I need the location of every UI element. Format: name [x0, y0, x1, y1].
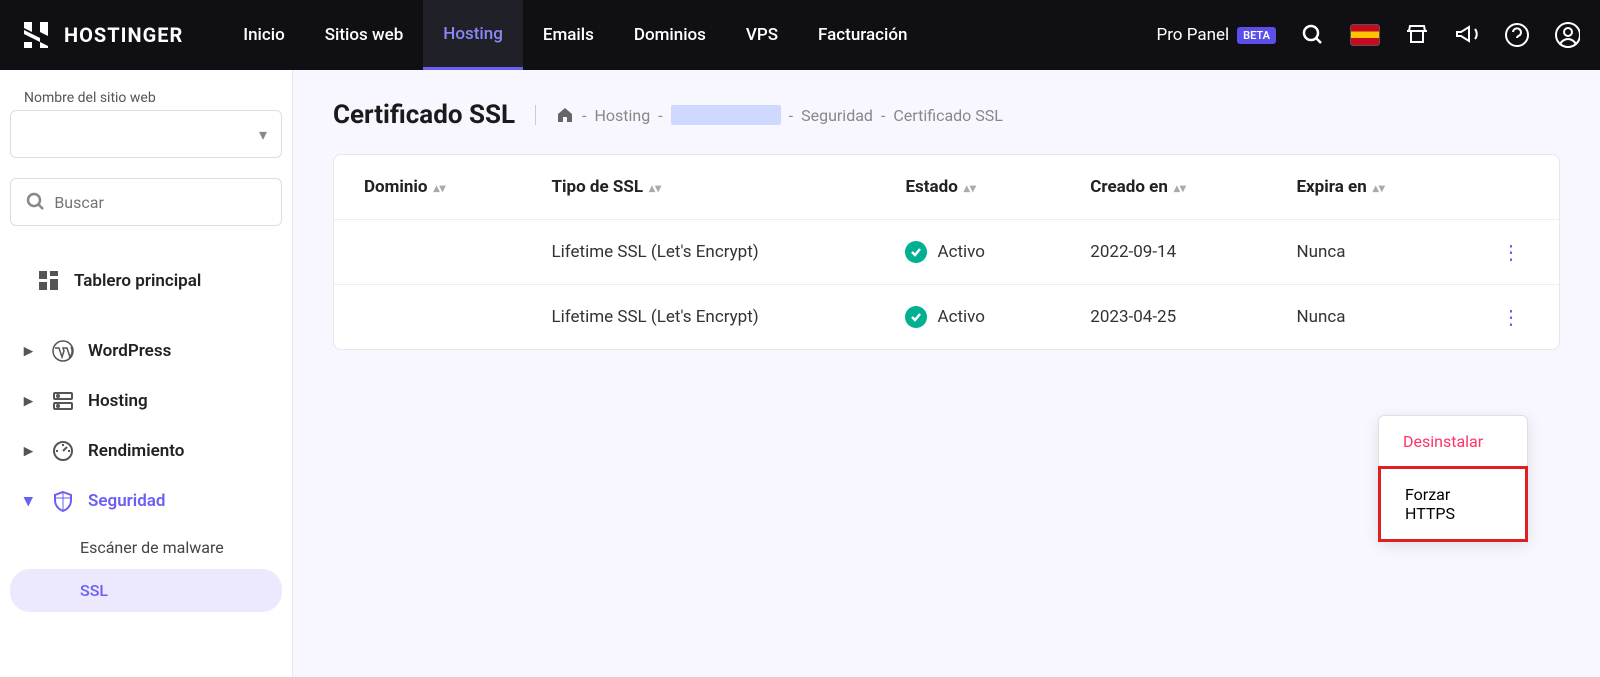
sidebar-item-label: Tablero principal [74, 271, 201, 291]
cell-expires: Nunca [1266, 220, 1463, 285]
th-expires[interactable]: Expira en▴▾ [1266, 155, 1463, 220]
th-domain[interactable]: Dominio▴▾ [334, 155, 522, 220]
dropdown-force-https[interactable]: Forzar HTTPS [1378, 466, 1528, 542]
sidebar-item-label: Rendimiento [88, 441, 184, 461]
th-type[interactable]: Tipo de SSL▴▾ [522, 155, 876, 220]
search-icon[interactable] [1300, 22, 1326, 48]
nav-inicio[interactable]: Inicio [223, 0, 304, 70]
cell-type: Lifetime SSL (Let's Encrypt) [522, 220, 876, 285]
table-row: Lifetime SSL (Let's Encrypt) Activo 2022… [334, 220, 1559, 285]
nav-emails[interactable]: Emails [523, 0, 614, 70]
breadcrumb-hosting[interactable]: Hosting [595, 106, 651, 125]
th-status[interactable]: Estado▴▾ [875, 155, 1060, 220]
sidebar-item-performance[interactable]: ▸ Rendimiento [10, 426, 282, 476]
sidebar-search-input[interactable] [54, 193, 267, 212]
cell-domain [334, 285, 522, 350]
store-icon[interactable] [1404, 22, 1430, 48]
sort-icon: ▴▾ [649, 185, 661, 191]
wordpress-icon [52, 340, 74, 362]
main-content: Certificado SSL - Hosting - - Seguridad … [293, 70, 1600, 677]
nav-vps[interactable]: VPS [726, 0, 798, 70]
table-row: Lifetime SSL (Let's Encrypt) Activo 2023… [334, 285, 1559, 350]
chevron-right-icon: ▸ [24, 441, 36, 461]
breadcrumb-domain-redacted[interactable] [671, 105, 781, 125]
th-created[interactable]: Creado en▴▾ [1060, 155, 1266, 220]
ssl-table-card: Dominio▴▾ Tipo de SSL▴▾ Estado▴▾ Creado … [333, 154, 1560, 350]
gauge-icon [52, 440, 74, 462]
chevron-right-icon: ▸ [24, 341, 36, 361]
logo[interactable]: HOSTINGER [20, 19, 183, 51]
sidebar-item-label: WordPress [88, 341, 171, 361]
site-select[interactable]: ▾ [10, 110, 282, 158]
help-icon[interactable] [1504, 22, 1530, 48]
pro-panel-label: Pro Panel [1156, 25, 1229, 45]
breadcrumb: - Hosting - - Seguridad - Certificado SS… [535, 105, 1003, 125]
logo-text: HOSTINGER [64, 23, 183, 47]
row-actions-button[interactable]: ⋮ [1493, 236, 1529, 268]
sort-icon: ▴▾ [434, 185, 446, 191]
top-nav: HOSTINGER Inicio Sitios web Hosting Emai… [0, 0, 1600, 70]
sidebar-search[interactable] [10, 178, 282, 226]
nav-sitios-web[interactable]: Sitios web [305, 0, 424, 70]
sidebar-sub-malware[interactable]: Escáner de malware [10, 526, 282, 569]
cell-expires: Nunca [1266, 285, 1463, 350]
cell-created: 2022-09-14 [1060, 220, 1266, 285]
nav-right: Pro Panel BETA [1156, 22, 1580, 48]
sidebar-item-wordpress[interactable]: ▸ WordPress [10, 326, 282, 376]
dashboard-icon [38, 270, 60, 292]
dropdown-uninstall[interactable]: Desinstalar [1379, 416, 1527, 467]
sidebar-sub-ssl[interactable]: SSL [10, 569, 282, 612]
chevron-down-icon: ▾ [259, 125, 267, 144]
cell-domain [334, 220, 522, 285]
cell-created: 2023-04-25 [1060, 285, 1266, 350]
search-icon [25, 191, 44, 213]
announcement-icon[interactable] [1454, 22, 1480, 48]
sort-icon: ▴▾ [1174, 185, 1186, 191]
language-flag-spain[interactable] [1350, 24, 1380, 46]
sidebar-item-dashboard[interactable]: Tablero principal [10, 256, 282, 306]
sidebar: Nombre del sitio web ▾ Tablero principal… [0, 70, 293, 677]
shield-icon [52, 490, 74, 512]
ssl-table: Dominio▴▾ Tipo de SSL▴▾ Estado▴▾ Creado … [334, 155, 1559, 349]
chevron-right-icon: ▸ [24, 391, 36, 411]
nav-items: Inicio Sitios web Hosting Emails Dominio… [223, 0, 927, 70]
check-circle-icon [905, 306, 927, 328]
breadcrumb-ssl[interactable]: Certificado SSL [893, 106, 1003, 125]
page-title: Certificado SSL [333, 100, 515, 130]
breadcrumb-security[interactable]: Seguridad [801, 106, 873, 125]
check-circle-icon [905, 241, 927, 263]
sort-icon: ▴▾ [1373, 185, 1385, 191]
nav-dominios[interactable]: Dominios [614, 0, 726, 70]
server-icon [52, 390, 74, 412]
row-actions-button[interactable]: ⋮ [1493, 301, 1529, 333]
nav-facturacion[interactable]: Facturación [798, 0, 927, 70]
pro-panel-link[interactable]: Pro Panel BETA [1156, 25, 1276, 45]
sidebar-item-security[interactable]: ▾ Seguridad [10, 476, 282, 526]
sidebar-item-label: Hosting [88, 391, 148, 411]
sidebar-item-hosting[interactable]: ▸ Hosting [10, 376, 282, 426]
account-icon[interactable] [1554, 22, 1580, 48]
chevron-down-icon: ▾ [24, 491, 36, 511]
hostinger-logo-icon [20, 19, 52, 51]
site-select-label: Nombre del sitio web [10, 90, 282, 106]
cell-status: Activo [875, 285, 1060, 350]
cell-type: Lifetime SSL (Let's Encrypt) [522, 285, 876, 350]
sort-icon: ▴▾ [964, 185, 976, 191]
row-actions-dropdown: Desinstalar Forzar HTTPS [1378, 415, 1528, 542]
nav-hosting[interactable]: Hosting [423, 0, 523, 70]
sidebar-item-label: Seguridad [88, 491, 166, 511]
cell-status: Activo [875, 220, 1060, 285]
home-icon[interactable] [556, 106, 574, 124]
beta-badge: BETA [1237, 27, 1276, 44]
